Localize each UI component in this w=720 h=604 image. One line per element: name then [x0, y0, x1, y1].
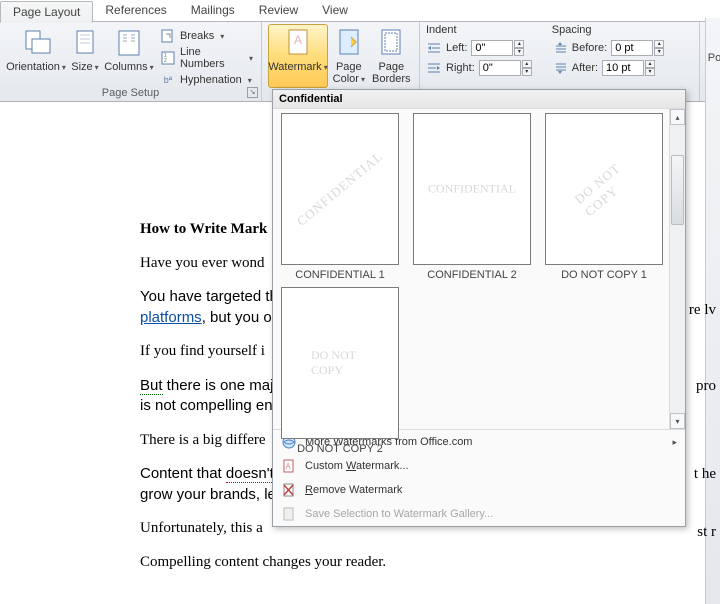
gallery-section-header: Confidential	[273, 90, 685, 109]
group-title-page-setup: Page Setup	[0, 87, 261, 99]
page-borders-label: Page Borders	[371, 61, 412, 85]
spinner-down-icon[interactable]: ▾	[514, 48, 524, 56]
breaks-button[interactable]: Breaks ▾	[158, 26, 255, 46]
indent-right-input[interactable]: ▴▾	[479, 59, 532, 77]
menu-label: Remove Watermark	[305, 484, 402, 496]
spinner-down-icon[interactable]: ▾	[522, 68, 532, 76]
scrollbar-up-icon[interactable]: ▴	[670, 109, 685, 125]
watermark-thumbnail-do-not-copy-2[interactable]: DO NOT COPY DO NOT COPY 2	[277, 287, 403, 455]
line-numbers-button[interactable]: 12 Line Numbers ▾	[158, 48, 255, 68]
dropdown-arrow-icon: ▾	[248, 76, 252, 85]
watermark-icon: A	[282, 27, 314, 59]
menu-label: Save Selection to Watermark Gallery...	[305, 508, 493, 520]
watermark-label: Watermark	[268, 61, 321, 73]
watermark-thumbnail-do-not-copy-1[interactable]: DO NOT COPY DO NOT COPY 1	[541, 113, 667, 281]
indent-left-icon	[426, 40, 442, 56]
watermark-thumbnail-confidential-2[interactable]: CONFIDENTIAL CONFIDENTIAL 2	[409, 113, 535, 281]
orientation-button[interactable]: Orientation▾	[6, 24, 66, 88]
breaks-icon	[160, 28, 176, 44]
spinner-up-icon[interactable]: ▴	[514, 40, 524, 48]
document-a-icon: A	[281, 458, 297, 474]
tab-review[interactable]: Review	[247, 0, 310, 22]
tab-view[interactable]: View	[310, 0, 360, 22]
tab-page-layout[interactable]: Page Layout	[0, 1, 93, 23]
save-selection-icon	[281, 506, 297, 522]
indent-left-label: Left:	[446, 42, 467, 54]
thumbnail-caption: CONFIDENTIAL 2	[427, 269, 516, 281]
dropdown-arrow-icon: ▾	[361, 75, 365, 84]
custom-watermark-item[interactable]: A Custom Watermark...	[273, 454, 685, 478]
hyphenation-label: Hyphenation	[180, 74, 242, 86]
save-watermark-item: Save Selection to Watermark Gallery...	[273, 502, 685, 526]
spinner-up-icon[interactable]: ▴	[645, 60, 655, 68]
columns-button[interactable]: Columns▾	[104, 24, 154, 88]
indent-left-input[interactable]: ▴▾	[471, 39, 524, 57]
spacing-after-input[interactable]: ▴▾	[602, 59, 655, 77]
doc-fragment: re lv	[689, 302, 716, 319]
size-label: Size	[71, 61, 92, 73]
orientation-label: Orientation	[6, 61, 60, 73]
page-color-icon	[333, 27, 365, 59]
spacing-after-label: After:	[572, 62, 598, 74]
dropdown-arrow-icon: ▾	[95, 63, 99, 72]
indent-title: Indent	[426, 24, 532, 36]
doc-paragraph: Compelling content changes your reader.	[140, 553, 680, 573]
doc-fragment: st r	[697, 524, 716, 541]
spinner-down-icon[interactable]: ▾	[654, 48, 664, 56]
spinner-up-icon[interactable]: ▴	[654, 40, 664, 48]
spacing-before-input[interactable]: ▴▾	[611, 39, 664, 57]
watermark-button[interactable]: A Watermark▾	[268, 24, 328, 88]
ribbon-tab-strip: Page Layout References Mailings Review V…	[0, 0, 720, 22]
submenu-arrow-icon: ▸	[672, 437, 677, 448]
menu-label: Custom Watermark...	[305, 460, 409, 472]
scrollbar-thumb[interactable]	[671, 155, 684, 225]
gallery-scrollbar[interactable]: ▴ ▾	[669, 109, 685, 429]
remove-watermark-item[interactable]: Remove Watermark	[273, 478, 685, 502]
indent-right-label: Right:	[446, 62, 475, 74]
watermark-thumbnail-confidential-1[interactable]: CONFIDENTIAL CONFIDENTIAL 1	[277, 113, 403, 281]
doc-hyperlink[interactable]: platforms	[140, 309, 202, 326]
indent-right-icon	[426, 60, 442, 76]
breaks-label: Breaks	[180, 30, 214, 42]
spacing-after-icon	[552, 60, 568, 76]
page-color-button[interactable]: Page Color▾	[328, 24, 370, 88]
dropdown-arrow-icon: ▾	[220, 32, 224, 41]
spacing-before-icon	[552, 40, 568, 56]
dropdown-arrow-icon: ▾	[249, 54, 253, 63]
svg-text:2: 2	[164, 58, 167, 64]
tab-references[interactable]: References	[93, 0, 178, 22]
spacing-before-label: Before:	[572, 42, 607, 54]
scrollbar-down-icon[interactable]: ▾	[670, 413, 685, 429]
page-borders-icon	[375, 27, 407, 59]
spacing-title: Spacing	[552, 24, 664, 36]
columns-icon	[113, 27, 145, 59]
spinner-down-icon[interactable]: ▾	[645, 68, 655, 76]
orientation-icon	[20, 27, 52, 59]
remove-icon	[281, 482, 297, 498]
size-icon	[69, 27, 101, 59]
columns-label: Columns	[104, 61, 147, 73]
thumbnail-caption: CONFIDENTIAL 1	[295, 269, 384, 281]
doc-fragment: t he	[694, 466, 716, 483]
hyphenation-icon: bª	[160, 72, 176, 88]
doc-fragment: pro	[696, 378, 716, 395]
thumbnail-caption: DO NOT COPY 2	[297, 443, 383, 455]
dialog-launcher-icon[interactable]: ↘	[247, 87, 258, 98]
page-color-label: Page Color	[333, 61, 362, 85]
tab-mailings[interactable]: Mailings	[179, 0, 247, 22]
size-button[interactable]: Size▾	[66, 24, 104, 88]
svg-text:A: A	[285, 462, 291, 471]
line-numbers-label: Line Numbers	[180, 46, 243, 70]
page-borders-button[interactable]: Page Borders	[370, 24, 413, 88]
line-numbers-icon: 12	[160, 50, 176, 66]
watermark-gallery: Confidential CONFIDENTIAL CONFIDENTIAL 1…	[272, 89, 686, 527]
group-page-setup: Orientation▾ Size▾ Columns▾ Breaks▾	[0, 22, 262, 101]
spinner-up-icon[interactable]: ▴	[522, 60, 532, 68]
thumbnail-caption: DO NOT COPY 1	[561, 269, 647, 281]
dropdown-arrow-icon: ▾	[150, 63, 154, 72]
svg-text:A: A	[294, 33, 302, 47]
